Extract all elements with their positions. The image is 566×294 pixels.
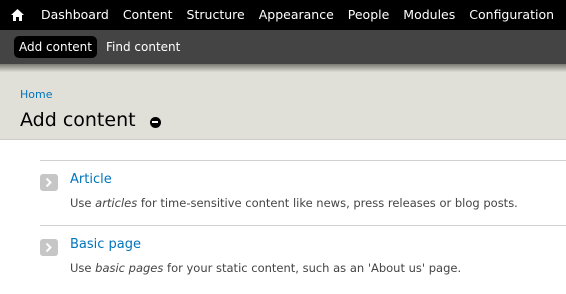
menu-item-dashboard[interactable]: Dashboard xyxy=(34,0,116,30)
home-link[interactable] xyxy=(0,0,34,30)
menu-item-structure[interactable]: Structure xyxy=(180,0,252,30)
content-type-link-basic-page[interactable]: Basic page xyxy=(70,237,141,252)
shortcut-add-content[interactable]: Add content xyxy=(14,36,97,58)
shortcut-find-content[interactable]: Find content xyxy=(101,36,185,58)
chevron-right-icon[interactable] xyxy=(40,174,58,191)
menu-item-configuration[interactable]: Configuration xyxy=(462,0,561,30)
menu-item-appearance[interactable]: Appearance xyxy=(252,0,341,30)
admin-toolbar: Dashboard Content Structure Appearance P… xyxy=(0,0,566,30)
shortcut-bar: Add content Find content xyxy=(0,30,566,64)
chevron-right-icon[interactable] xyxy=(40,239,58,256)
page-title: Add content xyxy=(20,108,161,132)
breadcrumb-home[interactable]: Home xyxy=(20,88,52,101)
list-item: Basic page Use basic pages for your stat… xyxy=(40,225,566,289)
toolbar-shadow xyxy=(0,64,566,72)
content-type-list: Article Use articles for time-sensitive … xyxy=(40,160,566,289)
content-type-description: Use articles for time-sensitive content … xyxy=(70,196,518,210)
menu-item-content[interactable]: Content xyxy=(116,0,180,30)
menu-item-modules[interactable]: Modules xyxy=(396,0,462,30)
remove-shortcut-icon[interactable] xyxy=(149,116,161,128)
content-type-description: Use basic pages for your static content,… xyxy=(70,261,462,275)
content-type-link-article[interactable]: Article xyxy=(70,172,112,187)
page-title-text: Add content xyxy=(20,109,136,131)
menu-item-people[interactable]: People xyxy=(341,0,397,30)
list-item: Article Use articles for time-sensitive … xyxy=(40,161,566,225)
home-icon xyxy=(10,9,24,21)
page-header: Home Add content xyxy=(0,64,566,140)
